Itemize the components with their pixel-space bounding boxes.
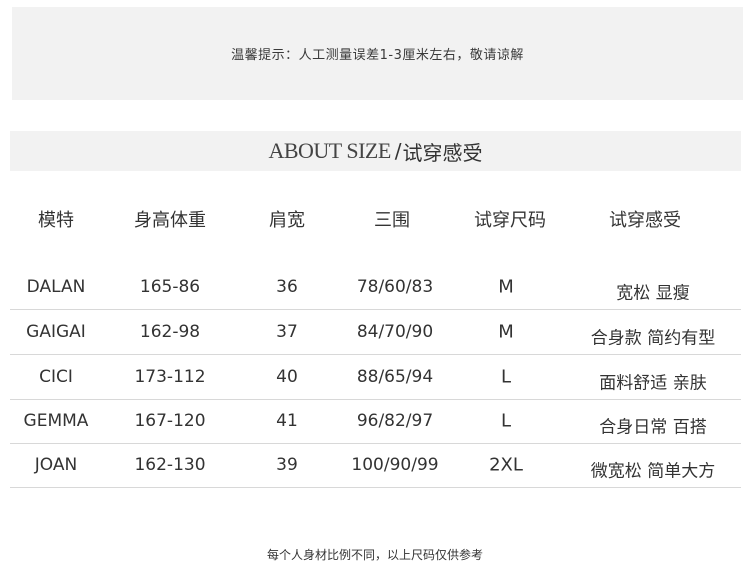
cell-model: CICI	[39, 367, 73, 387]
cell-measurements: 88/65/94	[356, 367, 434, 387]
footer-note: 每个人身材比例不同，以上尺码仅供参考	[266, 548, 483, 562]
section-heading: ABOUT SIZE / 试穿感受	[10, 131, 741, 171]
cell-model: GAIGAI	[26, 322, 86, 342]
table-row: GAIGAI 162-98 37 84/70/90 M 合身款 简约有型	[10, 310, 741, 355]
table-row: DALAN 165-86 36 78/60/83 M 宽松 显瘦	[10, 265, 741, 310]
cell-fit-feel: 微宽松 简单大方	[590, 461, 716, 482]
cell-measurements: 84/70/90	[356, 322, 434, 342]
cell-height-weight: 165-86	[139, 277, 201, 297]
cell-shoulder: 36	[276, 277, 298, 297]
header-fit-feel: 试穿感受	[609, 210, 681, 231]
cell-fit-feel: 宽松 显瘦	[616, 283, 690, 304]
cell-size: M	[498, 276, 514, 298]
cell-height-weight: 173-112	[134, 367, 206, 387]
table-row: JOAN 162-130 39 100/90/99 2XL 微宽松 简单大方	[10, 443, 741, 488]
cell-fit-feel: 合身日常 百搭	[599, 417, 707, 438]
heading-english: ABOUT SIZE	[268, 138, 391, 163]
cell-shoulder: 37	[276, 322, 298, 342]
cell-shoulder: 40	[276, 367, 298, 387]
header-trial-size: 试穿尺码	[474, 210, 546, 231]
cell-size: 2XL	[489, 454, 523, 476]
cell-shoulder: 39	[276, 455, 298, 475]
cell-model: DALAN	[26, 277, 86, 297]
table-row: GEMMA 167-120 41 96/82/97 L 合身日常 百搭	[10, 399, 741, 444]
table-row: CICI 173-112 40 88/65/94 L 面料舒适 亲肤	[10, 355, 741, 400]
notice-banner: 温馨提示：人工测量误差1-3厘米左右，敬请谅解	[12, 7, 743, 100]
cell-model: JOAN	[34, 455, 78, 475]
header-shoulder: 肩宽	[269, 210, 305, 231]
cell-fit-feel: 合身款 简约有型	[590, 328, 716, 349]
cell-size: L	[500, 410, 512, 432]
cell-size: L	[500, 366, 512, 388]
header-model: 模特	[38, 210, 74, 231]
cell-measurements: 78/60/83	[356, 277, 434, 297]
notice-text: 温馨提示：人工测量误差1-3厘米左右，敬请谅解	[231, 48, 524, 63]
cell-fit-feel: 面料舒适 亲肤	[599, 373, 707, 394]
cell-measurements: 100/90/99	[351, 455, 439, 475]
cell-height-weight: 162-130	[134, 455, 206, 475]
cell-height-weight: 162-98	[139, 322, 201, 342]
header-height-weight: 身高体重	[134, 210, 206, 231]
heading-chinese: 试穿感受	[402, 140, 483, 165]
cell-measurements: 96/82/97	[356, 411, 434, 431]
cell-size: M	[498, 321, 514, 343]
cell-shoulder: 41	[276, 411, 298, 431]
header-measurements: 三围	[374, 210, 410, 231]
heading-separator: /	[394, 139, 402, 163]
cell-model: GEMMA	[23, 411, 89, 431]
cell-height-weight: 167-120	[134, 411, 206, 431]
